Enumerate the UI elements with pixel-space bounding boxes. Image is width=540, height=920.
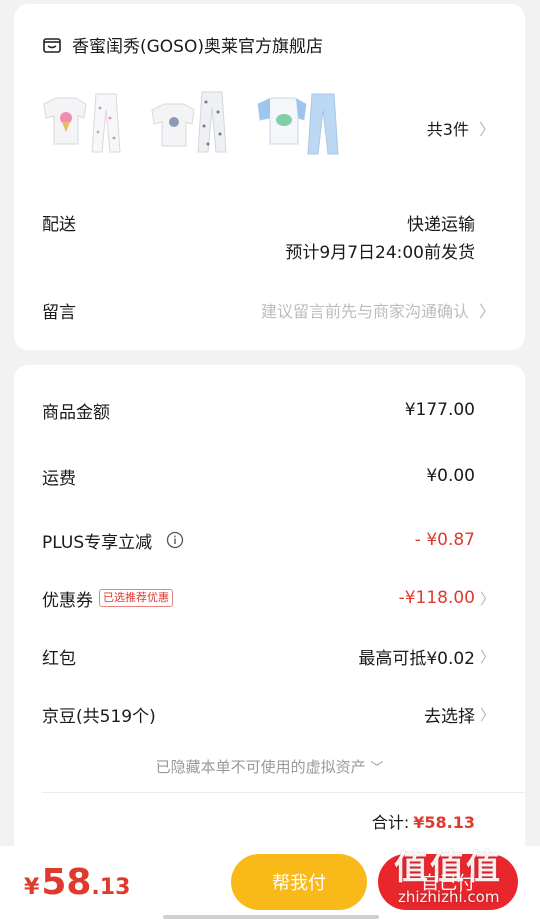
watermark-domain: zhizhizhi.com xyxy=(398,888,500,906)
store-icon xyxy=(43,37,61,53)
coupon-row[interactable]: 优惠券 已选推荐优惠 -¥118.00 〉 xyxy=(42,585,495,611)
chevron-right-icon: 〉 xyxy=(479,705,495,724)
message-label: 留言 xyxy=(42,303,76,323)
plus-discount-value: - ¥0.87 xyxy=(414,530,475,550)
item-count[interactable]: 共3件 〉 xyxy=(427,116,495,140)
order-total: 合计: ¥58.13 xyxy=(372,809,475,833)
freight-value: ¥0.00 xyxy=(426,466,475,486)
chevron-right-icon: 〉 xyxy=(478,302,495,321)
red-packet-value: 最高可抵¥0.02 〉 xyxy=(358,647,495,669)
product-thumbnails[interactable] xyxy=(40,88,342,160)
coupon-value: -¥118.00 〉 xyxy=(398,588,495,608)
watermark-chars: 值值值 xyxy=(394,848,502,888)
total-value: ¥58.13 xyxy=(413,813,475,832)
jingdou-value: 去选择〉 xyxy=(424,705,495,727)
chevron-right-icon: 〉 xyxy=(478,120,495,139)
shipping-eta: 预计9月7日24:00前发货 xyxy=(285,243,475,263)
plus-discount-label: PLUS专享立减 xyxy=(42,532,153,553)
order-items-card: 香蜜闺秀(GOSO)奥莱官方旗舰店 共3件 〉 配送 快递运输 预计9月7日24… xyxy=(14,4,525,350)
hidden-assets-toggle[interactable]: 已隐藏本单不可使用的虚拟资产 ﹀ xyxy=(14,756,525,777)
pay-amount: ¥ 58 .13 xyxy=(24,862,131,903)
freight-label: 运费 xyxy=(42,468,76,489)
red-packet-label: 红包 xyxy=(42,648,76,669)
freight-row: 运费 ¥0.00 xyxy=(42,463,495,489)
jingdou-label: 京豆(共519个) xyxy=(42,706,156,727)
pajama-white-print-image[interactable] xyxy=(148,88,234,160)
chevron-right-icon: 〉 xyxy=(479,589,495,608)
red-packet-row[interactable]: 红包 最高可抵¥0.02 〉 xyxy=(42,643,495,669)
jingdou-row[interactable]: 京豆(共519个) 去选择〉 xyxy=(42,701,495,727)
store-name: 香蜜闺秀(GOSO)奥莱官方旗舰店 xyxy=(72,37,323,57)
chevron-down-icon: ﹀ xyxy=(370,761,384,776)
total-label: 合计: xyxy=(371,813,410,832)
plus-discount-row: PLUS专享立减 - ¥0.87 xyxy=(42,527,495,553)
goods-amount-label: 商品金额 xyxy=(42,402,110,423)
message-placeholder: 建议留言前先与商家沟通确认 xyxy=(260,302,469,321)
store-header[interactable]: 香蜜闺秀(GOSO)奥莱官方旗舰店 xyxy=(42,32,323,57)
home-indicator[interactable] xyxy=(163,915,379,919)
chevron-right-icon: 〉 xyxy=(479,647,495,666)
shipping-label: 配送 xyxy=(42,215,76,235)
shipping-method: 快递运输 xyxy=(407,215,475,235)
price-summary-card: 商品金额 ¥177.00 运费 ¥0.00 PLUS专享立减 - ¥0.87 优… xyxy=(14,365,525,865)
info-icon[interactable] xyxy=(166,531,184,549)
item-count-label: 共3件 xyxy=(426,120,469,139)
coupon-label: 优惠券 xyxy=(42,590,93,611)
pajama-blue-dino-image[interactable] xyxy=(256,88,342,160)
divider xyxy=(42,792,525,793)
goods-amount-row: 商品金额 ¥177.00 xyxy=(42,397,495,423)
help-me-pay-button[interactable]: 帮我付 xyxy=(231,854,367,910)
watermark: 值值值 zhizhizhi.com xyxy=(388,840,538,918)
pajama-white-icecream-image[interactable] xyxy=(40,88,126,160)
goods-amount-value: ¥177.00 xyxy=(404,400,475,420)
coupon-tag: 已选推荐优惠 xyxy=(99,589,173,607)
message-input[interactable]: 建议留言前先与商家沟通确认 〉 xyxy=(261,298,495,322)
